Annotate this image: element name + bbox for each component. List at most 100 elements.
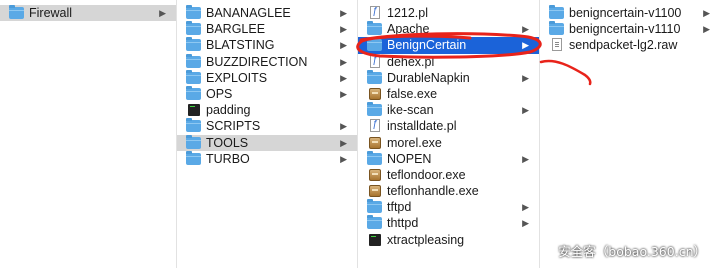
folder-icon xyxy=(367,21,382,36)
finder-column-3[interactable]: 1212.pl Apache ▶ BenignCertain ▶ dehex.plDura… xyxy=(358,0,540,268)
finder-item[interactable]: SCRIPTS ▶ xyxy=(177,118,357,134)
chevron-right-icon: ▶ xyxy=(340,24,347,35)
chevron-right-icon: ▶ xyxy=(522,72,529,83)
column-list: 1212.pl Apache ▶ BenignCertain ▶ dehex.plDura… xyxy=(358,4,539,248)
chevron-right-icon: ▶ xyxy=(522,40,529,51)
finder-item-label: thttpd xyxy=(387,216,419,231)
folder-icon xyxy=(186,5,201,19)
exe-file-icon xyxy=(369,168,381,181)
finder-item-label: NOPEN xyxy=(387,151,432,166)
finder-item-label: benigncertain-v1100 xyxy=(569,6,682,20)
finder-column-4[interactable]: benigncertain-v1100 ▶ benigncertain-v1110 ▶… xyxy=(540,0,720,268)
finder-item-label: benigncertain-v1110 xyxy=(569,22,681,37)
finder-item[interactable]: teflonhandle.exe xyxy=(358,183,539,199)
folder-icon xyxy=(367,37,382,52)
finder-item[interactable]: Firewall ▶ xyxy=(0,5,176,22)
finder-item-label: TURBO xyxy=(206,151,250,166)
finder-item[interactable]: dehex.pl xyxy=(358,53,539,70)
chevron-right-icon: ▶ xyxy=(522,105,529,116)
finder-item[interactable]: ike-scan ▶ xyxy=(358,102,539,118)
folder-icon xyxy=(186,21,201,36)
column-list: BANANAGLEE ▶ BARGLEE ▶ BLATSTING ▶ BUZZDIRECTI… xyxy=(177,5,357,167)
finder-item[interactable]: BenignCertain ▶ xyxy=(358,37,539,54)
finder-item-label: teflondoor.exe xyxy=(387,167,466,182)
finder-item-label: dehex.pl xyxy=(387,54,435,69)
finder-item[interactable]: BLATSTING ▶ xyxy=(177,37,357,53)
watermark: 安全客（bobao.360.cn） xyxy=(558,244,706,259)
finder-item-label: BUZZDIRECTION xyxy=(206,54,308,69)
unix-executable-icon xyxy=(188,104,200,117)
folder-icon xyxy=(186,150,201,165)
finder-item[interactable]: installdate.pl xyxy=(358,117,539,134)
script-file-icon xyxy=(370,117,380,134)
finder-item[interactable]: OPS ▶ xyxy=(177,85,357,102)
folder-icon xyxy=(9,5,24,19)
finder-column-1[interactable]: Firewall ▶ xyxy=(0,0,177,268)
finder-item[interactable]: BANANAGLEE ▶ xyxy=(177,5,357,21)
finder-item-label: morel.exe xyxy=(387,135,442,150)
chevron-right-icon: ▶ xyxy=(159,8,166,18)
finder-item-label: padding xyxy=(206,103,251,118)
exe-file-icon xyxy=(369,87,381,100)
finder-item[interactable]: padding xyxy=(177,102,357,118)
chevron-right-icon: ▶ xyxy=(703,24,710,35)
finder-item-label: sendpacket-lg2.raw xyxy=(569,38,678,53)
finder-item[interactable]: xtractpleasing xyxy=(358,232,539,248)
finder-item[interactable]: TOOLS ▶ xyxy=(177,134,357,151)
finder-item-label: Firewall xyxy=(29,6,73,20)
finder-item-label: BARGLEE xyxy=(206,22,266,37)
finder-item[interactable]: Apache ▶ xyxy=(358,21,539,37)
chevron-right-icon: ▶ xyxy=(522,24,529,35)
folder-icon xyxy=(367,215,382,230)
folder-icon xyxy=(549,21,564,36)
chevron-right-icon: ▶ xyxy=(703,8,710,18)
finder-item-label: 1212.pl xyxy=(387,6,429,20)
finder-item-label: BLATSTING xyxy=(206,38,275,53)
folder-icon xyxy=(367,102,382,117)
chevron-right-icon: ▶ xyxy=(522,202,529,213)
finder-item[interactable]: EXPLOITS ▶ xyxy=(177,69,357,86)
chevron-right-icon: ▶ xyxy=(522,153,529,164)
finder-item-label: false.exe xyxy=(387,86,438,101)
finder-item-label: TOOLS xyxy=(206,135,249,150)
finder-item-label: SCRIPTS xyxy=(206,119,261,134)
chevron-right-icon: ▶ xyxy=(340,153,347,164)
finder-item-label: BANANAGLEE xyxy=(206,6,291,20)
finder-item[interactable]: 1212.pl xyxy=(358,4,539,21)
folder-icon xyxy=(186,85,201,100)
finder-item[interactable]: NOPEN ▶ xyxy=(358,150,539,167)
finder-item-label: DurableNapkin xyxy=(387,70,470,85)
chevron-right-icon: ▶ xyxy=(340,88,347,99)
chevron-right-icon: ▶ xyxy=(340,137,347,148)
finder-column-2[interactable]: BANANAGLEE ▶ BARGLEE ▶ BLATSTING ▶ BUZZDIRECTI… xyxy=(177,0,358,268)
finder-item[interactable]: thttpd ▶ xyxy=(358,215,539,231)
finder-item-label: EXPLOITS xyxy=(206,70,268,85)
finder-item[interactable]: sendpacket-lg2.raw xyxy=(540,37,720,53)
chevron-right-icon: ▶ xyxy=(340,40,347,51)
finder-item[interactable]: benigncertain-v1100 ▶ xyxy=(540,5,720,21)
finder-item[interactable]: tftpd ▶ xyxy=(358,199,539,215)
chevron-right-icon: ▶ xyxy=(522,218,529,229)
folder-icon xyxy=(186,53,201,68)
finder-item[interactable]: false.exe xyxy=(358,86,539,102)
finder-item[interactable]: BARGLEE ▶ xyxy=(177,21,357,37)
finder-item[interactable]: morel.exe xyxy=(358,135,539,151)
finder-item-label: installdate.pl xyxy=(387,119,457,134)
script-file-icon xyxy=(370,53,380,69)
script-file-icon xyxy=(370,4,380,20)
column-list: Firewall ▶ xyxy=(0,5,176,22)
folder-icon xyxy=(186,134,201,149)
chevron-right-icon: ▶ xyxy=(340,56,347,67)
chevron-right-icon: ▶ xyxy=(340,72,347,83)
finder-item[interactable]: benigncertain-v1110 ▶ xyxy=(540,21,720,37)
folder-icon xyxy=(367,150,382,165)
finder-item-label: Apache xyxy=(387,22,430,37)
folder-icon xyxy=(186,37,201,52)
finder-item[interactable]: DurableNapkin ▶ xyxy=(358,69,539,86)
finder-item[interactable]: TURBO ▶ xyxy=(177,150,357,167)
finder-item[interactable]: teflondoor.exe xyxy=(358,167,539,183)
finder-item[interactable]: BUZZDIRECTION ▶ xyxy=(177,53,357,70)
finder-item-label: OPS xyxy=(206,86,233,101)
exe-file-icon xyxy=(369,185,381,198)
finder-item-label: xtractpleasing xyxy=(387,232,465,247)
